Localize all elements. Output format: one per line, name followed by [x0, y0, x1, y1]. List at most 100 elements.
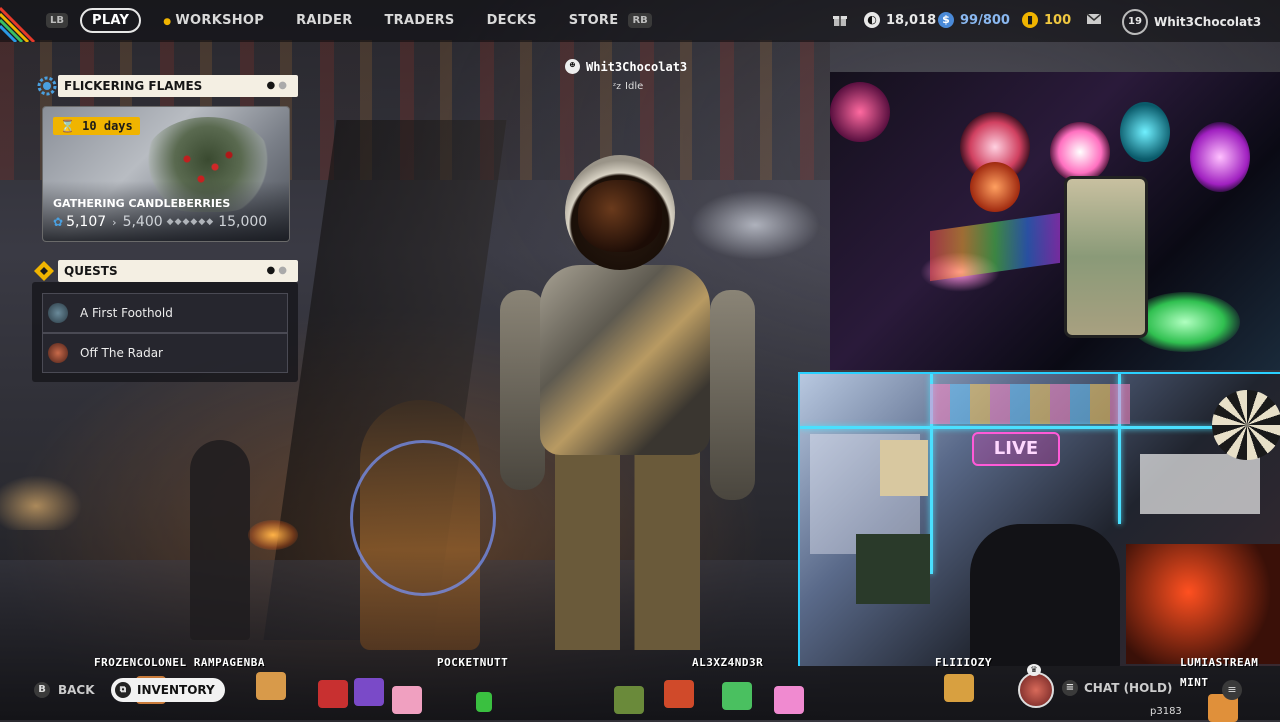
- chat-hold-label: CHAT (HOLD): [1084, 681, 1173, 695]
- chat-overlay-name: AL3XZ4ND3R: [692, 656, 764, 669]
- b-button-icon: B: [34, 682, 50, 698]
- event-progress: ✿ 5,107 › 5,400 ◆◆◆◆◆◆ 15,000: [53, 214, 281, 230]
- quest-item-off-the-radar[interactable]: Off The Radar: [42, 333, 288, 373]
- rb-button[interactable]: RB: [628, 13, 652, 28]
- nav-raider[interactable]: RAIDER: [296, 13, 352, 28]
- profile-username: Whit3Chocolat3: [1154, 15, 1262, 29]
- pixel-avatar: [476, 692, 492, 712]
- live-neon-sign: LIVE: [972, 432, 1060, 466]
- chevron-right-icon: ›: [112, 215, 117, 229]
- coins-value: 18,018: [886, 12, 937, 28]
- quest-label: Off The Radar: [80, 346, 163, 360]
- pixel-avatar: [614, 686, 644, 714]
- player-avatar-icon: ☻: [565, 59, 580, 74]
- brand-stripes-icon: [0, 6, 36, 42]
- lb-button[interactable]: LB: [46, 13, 68, 28]
- cred-balance: $ 99/800: [938, 12, 1010, 28]
- idle-icon: ᶻz: [613, 82, 622, 92]
- fan-glow: [1120, 102, 1170, 162]
- nav-decks[interactable]: DECKS: [487, 13, 537, 28]
- overlay-username: p3183: [1150, 706, 1182, 717]
- character-right-arm: [710, 290, 755, 500]
- gear-icon: [37, 76, 57, 96]
- nav-traders[interactable]: TRADERS: [385, 13, 455, 28]
- quests-header-title: QUESTS: [64, 264, 118, 278]
- progress-next: 5,400: [122, 214, 163, 230]
- chat-overlay-name: FROZENCOLONEL RAMPAGENBA: [94, 656, 265, 669]
- crown-icon: ♛: [1027, 664, 1041, 676]
- page-dots-icon: ●●: [266, 80, 290, 91]
- fan-glow: [830, 82, 890, 142]
- character-jacket: [540, 265, 710, 455]
- pixel-avatar: [354, 678, 384, 706]
- dartboard: [1212, 390, 1280, 460]
- quest-item-a-first-foothold[interactable]: A First Foothold: [42, 293, 288, 333]
- pc-case: [1126, 544, 1280, 664]
- framed-picture: [880, 440, 928, 496]
- fan-glow: [970, 162, 1020, 212]
- tokens-value: 100: [1044, 12, 1072, 28]
- page-dots-icon: ●●: [266, 265, 290, 276]
- player-status: ᶻz Idle: [613, 81, 643, 92]
- tokens-balance: ▮ 100: [1022, 12, 1071, 28]
- milestone-dots-icon: ◆◆◆◆◆◆: [166, 217, 215, 227]
- quest-giver-avatar-icon: [48, 343, 68, 363]
- progress-max: 15,000: [218, 214, 268, 230]
- nav-workshop[interactable]: ● WORKSHOP: [163, 13, 264, 28]
- days-remaining: 10 days: [82, 119, 133, 133]
- helmet-visor: [578, 180, 662, 252]
- fire-brazier: [248, 520, 298, 550]
- mail-icon: [1086, 13, 1102, 24]
- quest-diamond-icon: [34, 261, 54, 281]
- event-card[interactable]: ⌛ 10 days GATHERING CANDLEBERRIES ✿ 5,10…: [42, 106, 290, 242]
- coin-icon: ◐: [864, 12, 880, 28]
- menu-button-icon[interactable]: ≡: [1222, 680, 1242, 700]
- cred-icon: $: [938, 12, 954, 28]
- back-button[interactable]: B BACK: [34, 682, 95, 698]
- pixel-avatar: [392, 686, 422, 714]
- pixel-avatar: [774, 686, 804, 714]
- back-label: BACK: [58, 683, 95, 697]
- profile-button[interactable]: 19 Whit3Chocolat3: [1122, 9, 1261, 35]
- pixel-avatar: [722, 682, 752, 710]
- notification-dot-icon: ●: [163, 17, 172, 27]
- background-figure: [190, 440, 250, 640]
- card-shade: [43, 181, 289, 241]
- gift-button[interactable]: [832, 12, 848, 28]
- gear-small-icon: ✿: [53, 215, 64, 229]
- quest-giver-avatar-icon: [48, 303, 68, 323]
- nav-store[interactable]: STORE: [569, 13, 619, 28]
- character-left-arm: [500, 290, 545, 490]
- webcam-room: LIVE: [798, 372, 1280, 666]
- quests-header[interactable]: QUESTS ●●: [58, 260, 298, 282]
- coins-balance: ◐ 18,018: [864, 12, 936, 28]
- fan-glow: [1190, 122, 1250, 192]
- rgb-keyboard: [930, 212, 1060, 282]
- raider-character: [500, 150, 760, 650]
- character-legs: [555, 450, 700, 650]
- event-header[interactable]: FLICKERING FLAMES ●●: [58, 75, 298, 97]
- inventory-button[interactable]: ⧉ INVENTORY: [111, 678, 225, 702]
- pixel-avatar: [318, 680, 348, 708]
- pixel-avatar: [944, 674, 974, 702]
- player-status-text: Idle: [625, 81, 644, 92]
- pixel-avatar: [256, 672, 286, 700]
- main-nav: LB PLAY ● WORKSHOP RAIDER TRADERS DECKS S…: [46, 8, 652, 33]
- chat-button-icon: ≡: [1062, 680, 1078, 696]
- poster: [1140, 454, 1260, 514]
- chat-overlay-name: LUMIASTREAM: [1180, 656, 1259, 669]
- nav-play[interactable]: PLAY: [80, 8, 142, 33]
- cred-value: 99/800: [960, 12, 1010, 28]
- quest-list: A First Foothold Off The Radar: [32, 282, 298, 382]
- quest-label: A First Foothold: [80, 306, 173, 320]
- mail-button[interactable]: [1086, 12, 1102, 26]
- chat-overlay-name: FLIIIOZY: [935, 656, 992, 669]
- chat-hold-button[interactable]: ≡ CHAT (HOLD): [1062, 680, 1172, 696]
- player-avatar-badge[interactable]: [1018, 672, 1054, 708]
- player-name: Whit3Chocolat3: [586, 59, 688, 74]
- gaming-chair: [970, 524, 1120, 666]
- neon-strip: [800, 426, 1280, 429]
- neon-ring: [350, 440, 496, 596]
- chat-overlay-name: POCKETNUTT: [437, 656, 509, 669]
- chat-overlay-name: MINT: [1180, 676, 1209, 689]
